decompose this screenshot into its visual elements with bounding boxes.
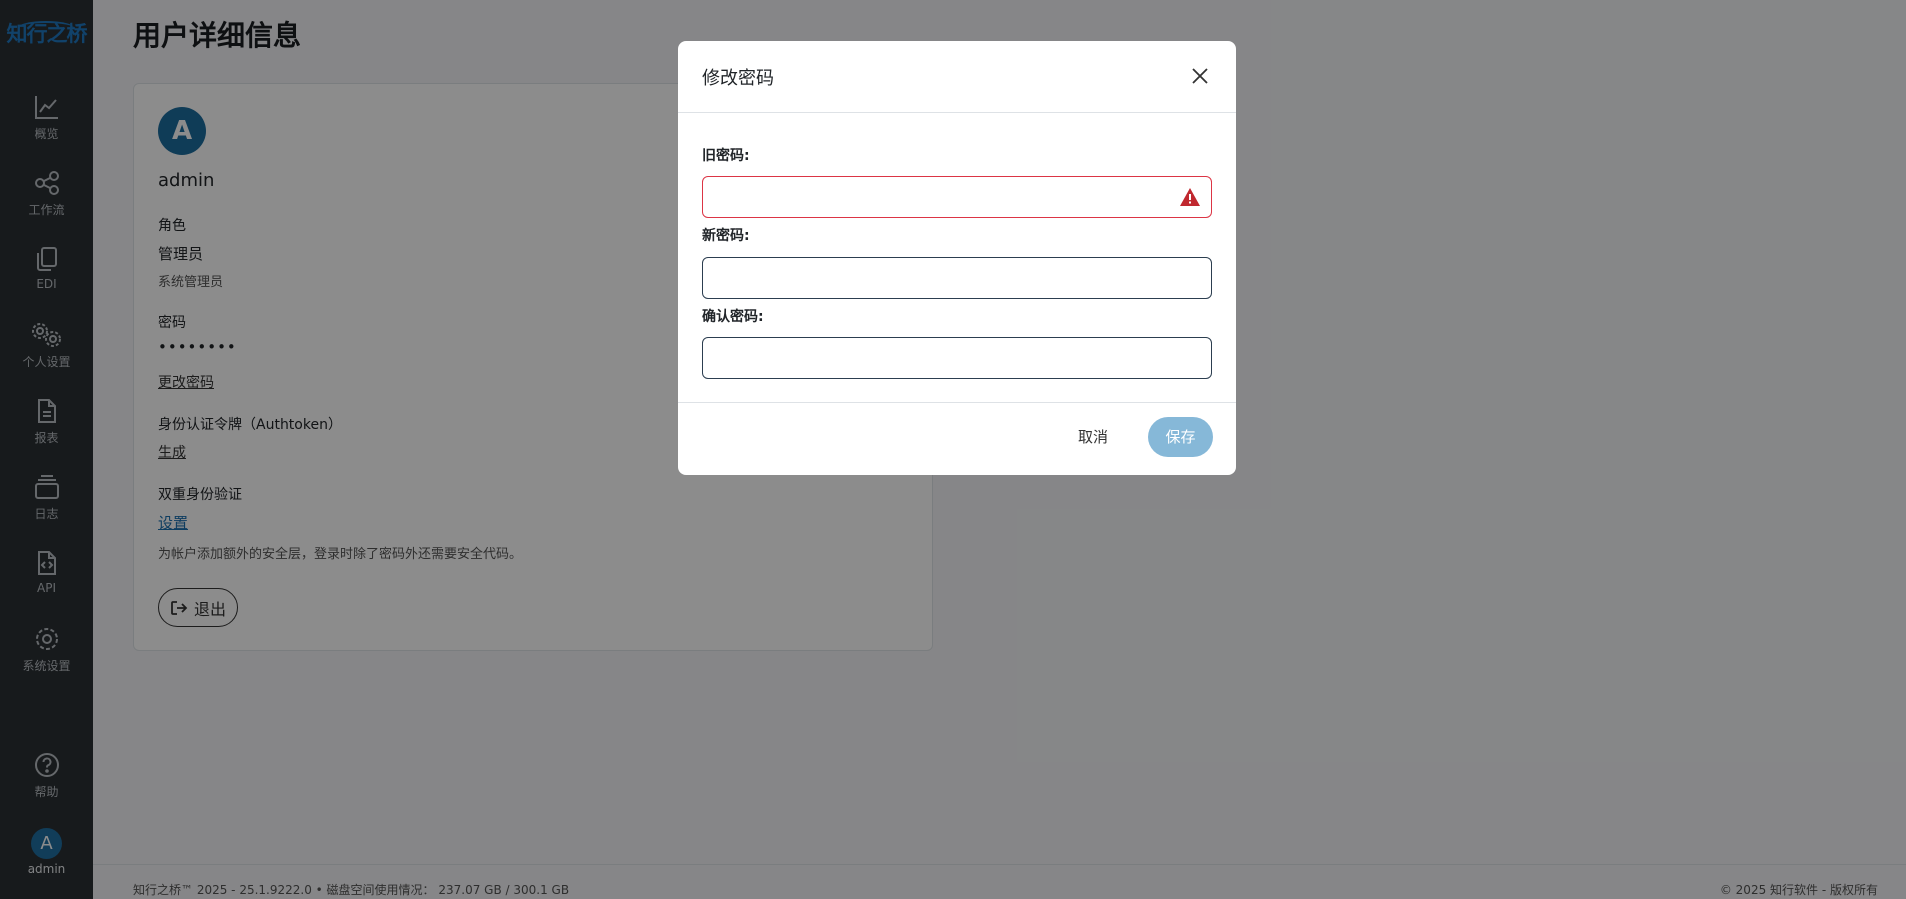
warning-icon — [1180, 188, 1200, 206]
confirm-password-input[interactable] — [702, 337, 1212, 379]
new-password-label: 新密码: — [702, 228, 750, 244]
close-icon — [1192, 68, 1208, 84]
modal-footer: 取消 保存 — [678, 402, 1236, 475]
new-password-input[interactable] — [702, 257, 1212, 299]
change-password-dialog: 修改密码 旧密码: 新密码: 确认密码: 取消 保存 — [678, 41, 1236, 475]
modal-title: 修改密码 — [702, 68, 774, 89]
save-button[interactable]: 保存 — [1148, 417, 1213, 457]
cancel-button[interactable]: 取消 — [1078, 426, 1108, 447]
modal-header: 修改密码 — [678, 41, 1236, 113]
old-password-input[interactable] — [702, 176, 1212, 218]
confirm-password-label: 确认密码: — [702, 309, 764, 325]
close-button[interactable] — [1190, 66, 1210, 86]
old-password-label: 旧密码: — [702, 148, 750, 164]
